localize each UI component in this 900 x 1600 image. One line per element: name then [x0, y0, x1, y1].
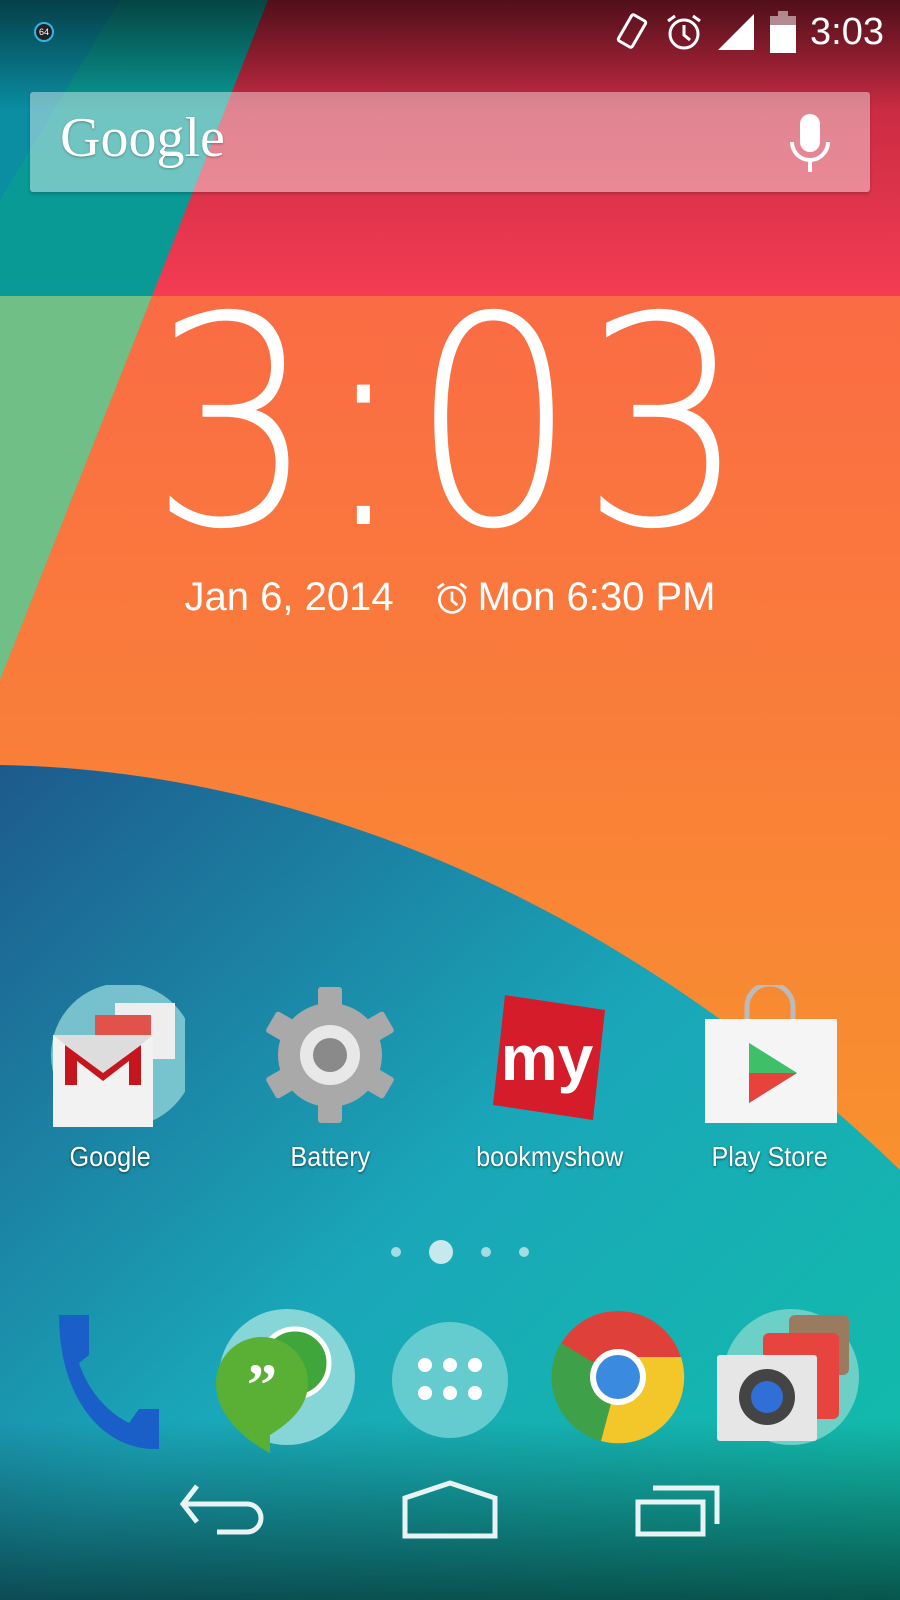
- dock: ”: [0, 1305, 900, 1455]
- vibrate-icon: [616, 13, 648, 49]
- app-label: Play Store: [711, 1141, 829, 1172]
- next-alarm-text: Mon 6:30 PM: [477, 575, 716, 619]
- app-battery[interactable]: Battery: [220, 985, 440, 1173]
- recents-icon[interactable]: [633, 1480, 723, 1540]
- home-apps: Google Battery my bookmyshow Play Store: [0, 985, 900, 1173]
- chrome-icon[interactable]: [543, 1305, 693, 1455]
- status-time: 3:03: [810, 10, 884, 53]
- app-google-folder[interactable]: Google: [0, 985, 220, 1173]
- date-text: Jan 6, 2014: [184, 575, 394, 619]
- alarm-icon: [436, 582, 467, 614]
- alarm-icon: [667, 14, 701, 50]
- notification-badge: 64: [34, 22, 54, 42]
- play-store-icon: [705, 985, 837, 1123]
- clock-widget-time[interactable]: 3:03: [45, 280, 855, 570]
- bookmyshow-icon: my: [493, 995, 605, 1120]
- app-label: Google: [69, 1141, 151, 1172]
- microphone-icon[interactable]: [788, 114, 832, 174]
- google-folder-icon: [51, 985, 185, 1127]
- app-drawer-icon[interactable]: [375, 1305, 525, 1455]
- back-icon[interactable]: [177, 1480, 267, 1540]
- page-dot: [481, 1247, 491, 1257]
- page-indicator: [0, 1240, 900, 1264]
- app-label: bookmyshow: [476, 1141, 624, 1172]
- battery-icon: [770, 11, 797, 53]
- phone-icon[interactable]: [39, 1305, 189, 1455]
- navigation-bar: [0, 1480, 900, 1540]
- google-search-bar[interactable]: Google: [30, 92, 870, 192]
- page-dot: [391, 1247, 401, 1257]
- clock-widget-date-row: Jan 6, 2014 Mon 6:30 PM: [0, 575, 900, 620]
- camera-folder-icon[interactable]: [711, 1305, 861, 1455]
- svg-text:my: my: [501, 1022, 594, 1094]
- svg-text:”: ”: [247, 1352, 277, 1418]
- home-icon[interactable]: [400, 1480, 500, 1540]
- app-bookmyshow[interactable]: my bookmyshow: [440, 985, 660, 1173]
- hangouts-icon[interactable]: ”: [207, 1305, 357, 1455]
- google-logo: Google: [60, 107, 225, 169]
- status-bar: 64 3:03: [0, 0, 900, 66]
- signal-icon: [718, 14, 755, 50]
- app-label: Battery: [290, 1141, 370, 1172]
- page-dot-current: [429, 1240, 453, 1264]
- page-dot: [519, 1247, 529, 1257]
- gear-icon: [266, 987, 394, 1123]
- app-play-store[interactable]: Play Store: [660, 985, 880, 1173]
